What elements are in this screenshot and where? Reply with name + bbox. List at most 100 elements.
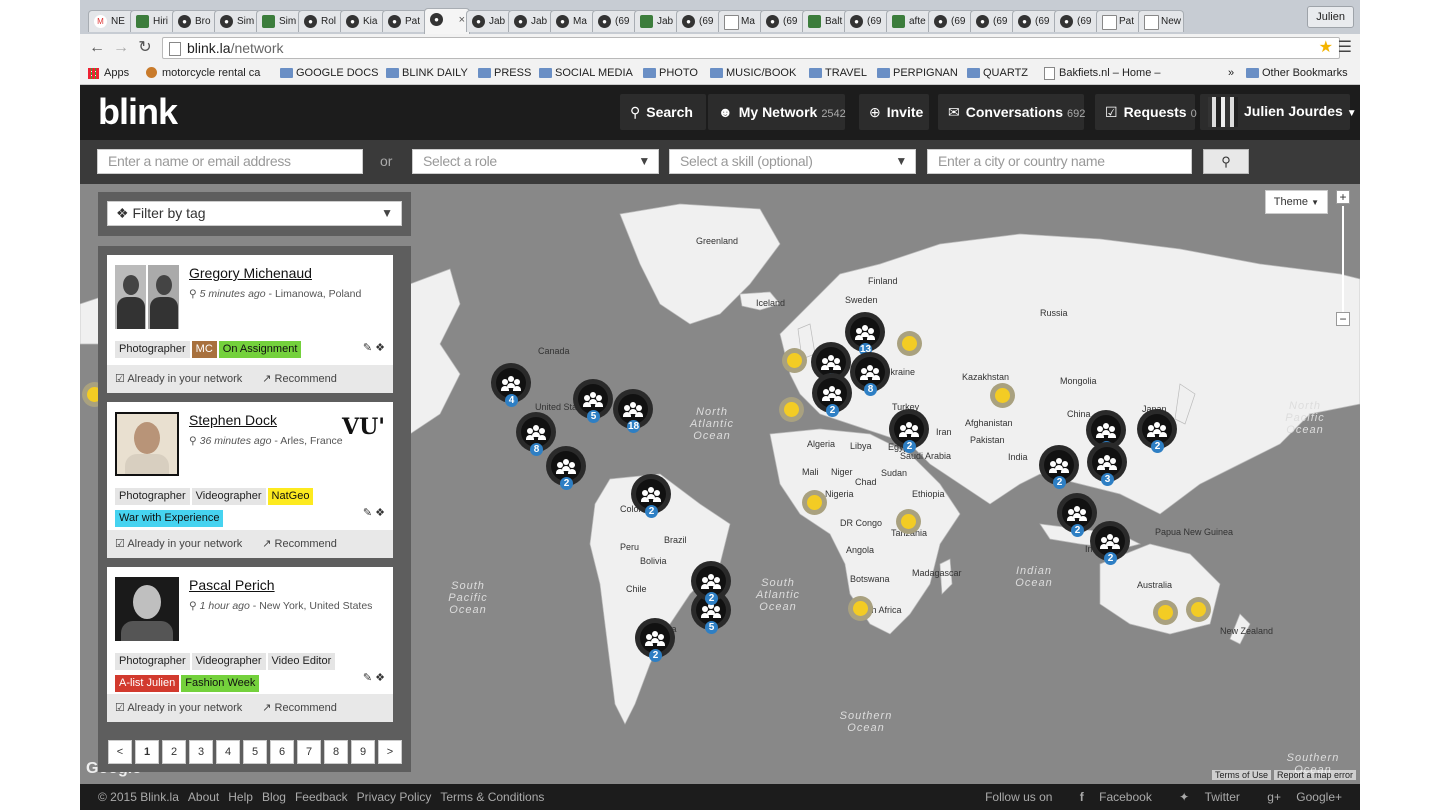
location-marker[interactable] xyxy=(848,596,873,621)
footer-link-privacy[interactable]: Privacy Policy xyxy=(357,790,432,804)
bookmark-item[interactable]: PHOTO xyxy=(643,62,698,84)
bookmark-item[interactable]: BLINK DAILY xyxy=(386,62,468,84)
reload-icon[interactable]: ↻ xyxy=(134,37,156,59)
edit-icon[interactable]: ✎ xyxy=(363,507,372,519)
browser-tab[interactable]: Balt xyxy=(802,10,848,32)
back-icon[interactable]: ← xyxy=(86,37,108,59)
footer-link-terms[interactable]: Terms & Conditions xyxy=(440,790,544,804)
tag-icon[interactable]: ❖ xyxy=(375,342,385,354)
profile-button[interactable]: Julien xyxy=(1307,6,1354,28)
search-submit-button[interactable]: ⚲ xyxy=(1203,149,1249,174)
address-bar[interactable]: blink.la/network ★ xyxy=(162,37,1340,59)
browser-tab[interactable]: ● Kia xyxy=(340,10,386,32)
recommend-link[interactable]: ↗ Recommend xyxy=(262,373,347,385)
page-button[interactable]: 3 xyxy=(189,740,213,764)
network-cluster-marker[interactable]: 4 xyxy=(491,363,531,407)
location-marker[interactable] xyxy=(1153,600,1178,625)
role-select[interactable]: Select a role ▼ xyxy=(412,149,659,174)
zoom-out-button[interactable]: − xyxy=(1336,312,1350,326)
bookmarks-overflow[interactable]: » xyxy=(1228,62,1234,84)
bookmark-item[interactable]: QUARTZ xyxy=(967,62,1028,84)
tag[interactable]: Fashion Week xyxy=(181,675,260,692)
browser-tab[interactable]: Jab xyxy=(634,10,680,32)
page-button[interactable]: 1 xyxy=(135,740,159,764)
browser-tab[interactable]: ● (69 xyxy=(844,10,890,32)
bookmark-item[interactable]: PERPIGNAN xyxy=(877,62,958,84)
network-cluster-marker[interactable]: 2 xyxy=(631,474,671,518)
network-cluster-marker[interactable]: 2 xyxy=(691,561,731,605)
browser-tab[interactable]: ● Ma xyxy=(550,10,596,32)
browser-tab[interactable]: Hiri xyxy=(130,10,176,32)
person-card[interactable]: Pascal Perich ⚲ 1 hour ago - New York, U… xyxy=(107,567,393,722)
person-card[interactable]: Gregory Michenaud ⚲ 5 minutes ago - Lima… xyxy=(107,255,393,393)
location-marker[interactable] xyxy=(896,509,921,534)
footer-link-feedback[interactable]: Feedback xyxy=(295,790,348,804)
nav-invite[interactable]: ⊕ Invite xyxy=(859,94,929,130)
bookmark-item[interactable]: SOCIAL MEDIA xyxy=(539,62,633,84)
network-cluster-marker[interactable]: 2 xyxy=(546,446,586,490)
browser-tab[interactable]: ● (69 xyxy=(928,10,974,32)
facebook-link[interactable]: f Facebook xyxy=(1068,790,1152,804)
person-name[interactable]: Stephen Dock xyxy=(189,412,277,428)
bookmark-item[interactable]: motorcycle rental ca xyxy=(146,62,260,84)
page-button[interactable]: 9 xyxy=(351,740,375,764)
tag[interactable]: War with Experience xyxy=(115,510,224,527)
bookmark-item[interactable]: PRESS xyxy=(478,62,531,84)
location-marker[interactable] xyxy=(990,383,1015,408)
browser-tab[interactable]: Pat xyxy=(1096,10,1142,32)
tag[interactable]: A-list Julien xyxy=(115,675,180,692)
twitter-link[interactable]: ✦ Twitter xyxy=(1167,790,1240,804)
tag[interactable]: Videographer xyxy=(191,653,266,670)
name-search-input[interactable]: Enter a name or email address xyxy=(97,149,363,174)
bookmark-item[interactable]: TRAVEL xyxy=(809,62,867,84)
network-cluster-marker[interactable]: 3 xyxy=(1087,442,1127,486)
browser-tab[interactable]: ● (69 xyxy=(1054,10,1100,32)
nav-search[interactable]: ⚲ Search xyxy=(620,94,706,130)
nav-requests[interactable]: ☑ Requests 0 xyxy=(1095,94,1197,130)
tag-icon[interactable]: ❖ xyxy=(375,507,385,519)
browser-menu-icon[interactable]: ☰ xyxy=(1338,37,1352,59)
browser-tab[interactable]: afte xyxy=(886,10,932,32)
location-marker[interactable] xyxy=(779,397,804,422)
location-marker[interactable] xyxy=(1186,597,1211,622)
page-button[interactable]: 5 xyxy=(243,740,267,764)
footer-link-about[interactable]: About xyxy=(188,790,219,804)
skill-select[interactable]: Select a skill (optional) ▼ xyxy=(669,149,916,174)
footer-link-help[interactable]: Help xyxy=(228,790,253,804)
network-cluster-marker[interactable]: 2 xyxy=(635,618,675,662)
googleplus-link[interactable]: g+ Google+ xyxy=(1255,790,1342,804)
browser-tab[interactable]: ● × xyxy=(424,8,470,34)
tag[interactable]: MC xyxy=(191,341,217,358)
page-button[interactable]: 7 xyxy=(297,740,321,764)
tag[interactable]: Photographer xyxy=(115,341,190,358)
browser-tab[interactable]: Ma xyxy=(718,10,764,32)
page-button[interactable]: 6 xyxy=(270,740,294,764)
page-button[interactable]: 4 xyxy=(216,740,240,764)
network-cluster-marker[interactable]: 13 xyxy=(845,312,885,356)
blink-logo[interactable]: blink xyxy=(98,91,178,133)
next-page-button[interactable]: > xyxy=(378,740,402,764)
browser-tab[interactable]: ● Jab xyxy=(508,10,554,32)
tag[interactable]: Photographer xyxy=(115,488,190,505)
browser-tab[interactable]: Sim xyxy=(256,10,302,32)
person-card[interactable]: Stephen Dock ⚲ 36 minutes ago - Arles, F… xyxy=(107,402,393,558)
zoom-in-button[interactable]: + xyxy=(1336,190,1350,204)
browser-tab[interactable]: ● Sim xyxy=(214,10,260,32)
network-cluster-marker[interactable]: 2 xyxy=(1057,493,1097,537)
browser-tab[interactable]: ● (69 xyxy=(760,10,806,32)
location-marker[interactable] xyxy=(802,490,827,515)
tag[interactable]: Photographer xyxy=(115,653,190,670)
network-cluster-marker[interactable]: 2 xyxy=(812,373,852,417)
tag[interactable]: Video Editor xyxy=(267,653,336,670)
browser-tab[interactable]: ● Bro xyxy=(172,10,218,32)
location-marker[interactable] xyxy=(782,348,807,373)
bookmark-item[interactable]: Apps xyxy=(88,62,129,84)
bookmark-item[interactable]: MUSIC/BOOK xyxy=(710,62,796,84)
nav-conversations[interactable]: ✉ Conversations 692 xyxy=(938,94,1085,130)
browser-tab[interactable]: ● Pat xyxy=(382,10,428,32)
footer-link-blog[interactable]: Blog xyxy=(262,790,286,804)
network-cluster-marker[interactable]: 5 xyxy=(573,379,613,423)
city-search-input[interactable]: Enter a city or country name xyxy=(927,149,1192,174)
browser-tab[interactable]: M NE xyxy=(88,10,134,32)
bookmark-item[interactable]: GOOGLE DOCS xyxy=(280,62,379,84)
